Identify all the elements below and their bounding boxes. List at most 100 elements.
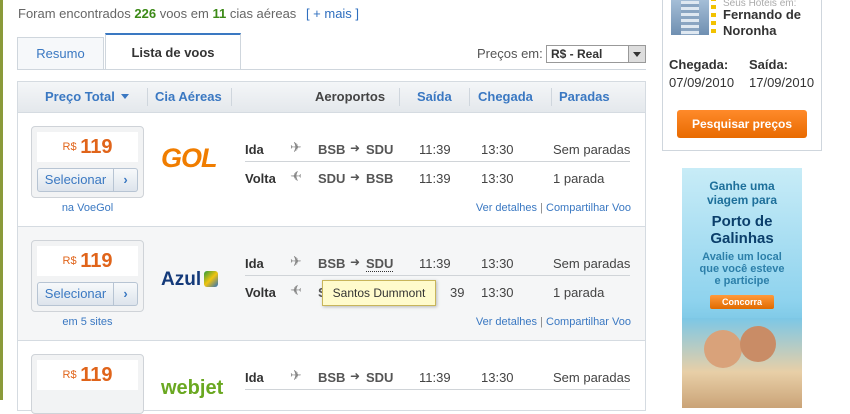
destination-airport[interactable]: BSB — [366, 171, 393, 186]
details-link[interactable]: Ver detalhes — [476, 316, 537, 328]
share-flight-link[interactable]: Compartilhar Voo — [546, 202, 631, 214]
departure-time: 11:39 — [419, 142, 451, 157]
result-links: Ver detalhes | Compartilhar Voo — [475, 316, 631, 328]
sort-arrival[interactable]: Chegada — [478, 82, 533, 112]
flight-result: R$ 119 Selecionar › na VoeGol GOL Ida ✈ … — [17, 113, 646, 227]
ad-photo-person — [704, 330, 742, 368]
destination-line: Noronha — [723, 23, 777, 38]
flight-count: 226 — [134, 6, 157, 21]
sort-airline[interactable]: Cia Aéreas — [155, 82, 222, 112]
search-prices-button[interactable]: Pesquisar preços — [677, 110, 807, 138]
ad-photo — [682, 318, 802, 408]
origin-airport[interactable]: SDU — [318, 171, 345, 186]
ad-text: Porto de — [711, 213, 773, 230]
results-header: Preço Total Cia Aéreas Aeroportos Saída … — [17, 81, 646, 113]
header-separator — [551, 88, 552, 106]
share-flight-link[interactable]: Compartilhar Voo — [546, 316, 631, 328]
airports-column: Aeroportos — [315, 89, 386, 104]
result-links: Ver detalhes | Compartilhar Voo — [475, 202, 631, 214]
checkout-label: Saída: — [749, 57, 789, 72]
checkout-date: 17/09/2010 — [749, 75, 815, 90]
airline-logo-azul: Azul — [161, 269, 219, 291]
leg-label: Volta — [245, 285, 276, 300]
return-leg: Volta ✈ SDU ➜ BSB 11:39 13:30 1 parada — [245, 164, 630, 192]
tab-resumo[interactable]: Resumo — [17, 37, 104, 69]
results-summary: Foram encontrados 226 voos em 11 cias aé… — [18, 6, 359, 21]
destination-airport[interactable]: SDU — [366, 256, 394, 272]
departure-time: 11:39 — [419, 256, 451, 271]
return-leg: Volta ✈ S 39 13:30 1 parada — [245, 278, 630, 306]
plane-icon: ✈ — [290, 253, 302, 269]
left-border — [0, 0, 3, 400]
more-airlines-link[interactable]: [ + mais ] — [306, 6, 359, 21]
tab-divider — [17, 69, 646, 70]
summary-prefix: Foram encontrados — [18, 6, 131, 21]
summary-middle: voos em — [159, 6, 209, 21]
destination-airport[interactable]: SDU — [366, 142, 393, 157]
header-separator — [469, 88, 470, 106]
booking-site-link[interactable]: em 5 sites — [31, 316, 144, 328]
arrow-right-icon: ➜ — [350, 369, 361, 383]
currency-label: R$ — [62, 255, 77, 267]
ad-headline: Ganhe uma viagem para — [682, 179, 802, 207]
origin-airport[interactable]: BSB — [318, 256, 345, 271]
ad-text: e participe — [714, 275, 770, 287]
chevron-down-icon[interactable] — [628, 46, 645, 62]
airline-logo-gol: GOL — [161, 143, 217, 173]
ad-text: Ganhe uma — [709, 179, 775, 193]
airport-tooltip: Santos Dummont — [322, 280, 436, 306]
price-box: R$ 119 Selecionar › — [31, 126, 144, 198]
prices-in-label: Preços em: — [477, 46, 543, 61]
price-value: 119 — [80, 136, 113, 158]
arrival-time: 13:30 — [481, 285, 514, 300]
leg-divider — [245, 161, 630, 162]
header-separator — [399, 88, 400, 106]
details-link[interactable]: Ver detalhes — [476, 202, 537, 214]
ad-photo-person — [740, 326, 776, 362]
leg-label: Ida — [245, 370, 264, 385]
select-flight-button[interactable]: Selecionar — [37, 168, 114, 192]
ad-banner[interactable]: Ganhe uma viagem para Porto de Galinhas Av… — [682, 168, 802, 408]
currency-label: R$ — [62, 369, 77, 381]
stops-info: 1 parada — [553, 171, 605, 186]
arrow-right-icon: ➜ — [350, 170, 361, 184]
arrow-right-icon: ➜ — [350, 141, 361, 155]
leg-label: Ida — [245, 142, 264, 157]
currency-select[interactable]: R$ - Real — [546, 45, 646, 63]
sort-departure[interactable]: Saída — [417, 82, 452, 112]
arrival-time: 13:30 — [481, 171, 514, 186]
tab-lista-de-voos[interactable]: Lista de voos — [105, 33, 241, 69]
departure-time: 39 — [450, 285, 465, 300]
summary-suffix: cias aéreas — [229, 6, 297, 21]
leg-label: Volta — [245, 171, 276, 186]
destination-line: Fernando de — [723, 7, 802, 22]
flight-result: R$ 119 webjet Ida ✈ BSB ➜ SDU 11:39 13:3… — [17, 341, 646, 414]
stops-info: Sem paradas — [553, 256, 631, 271]
origin-airport[interactable]: BSB — [318, 370, 345, 385]
checkin-date: 07/09/2010 — [669, 75, 735, 90]
destination-airport[interactable]: SDU — [366, 370, 393, 385]
select-flight-button[interactable]: Selecionar — [37, 282, 114, 306]
chevron-right-icon[interactable]: › — [114, 282, 138, 306]
stops-info: Sem paradas — [553, 370, 631, 385]
price-value: 119 — [80, 364, 113, 386]
checkin-label: Chegada: — [669, 57, 729, 72]
leg-label: Ida — [245, 256, 264, 271]
outbound-leg: Ida ✈ BSB ➜ SDU 11:39 13:30 Sem paradas — [245, 135, 630, 163]
arrival-time: 13:30 — [481, 256, 514, 271]
sort-stops[interactable]: Paradas — [559, 82, 610, 112]
outbound-leg: Ida ✈ BSB ➜ SDU 11:39 13:30 Sem paradas — [245, 363, 630, 391]
arrival-time: 13:30 — [481, 370, 514, 385]
hotel-building-icon — [671, 0, 709, 35]
price-box: R$ 119 — [31, 354, 144, 414]
hotel-stars-icon — [711, 0, 716, 35]
ad-cta-button[interactable]: Concorra — [710, 295, 774, 309]
airline-logo-webjet: webjet — [161, 377, 224, 399]
origin-airport[interactable]: BSB — [318, 142, 345, 157]
departure-time: 11:39 — [419, 171, 451, 186]
plane-icon: ✈ — [290, 282, 302, 298]
sort-price-total[interactable]: Preço Total — [45, 82, 129, 112]
chevron-right-icon[interactable]: › — [114, 168, 138, 192]
arrow-right-icon: ➜ — [350, 255, 361, 269]
booking-site-link[interactable]: na VoeGol — [31, 202, 144, 214]
